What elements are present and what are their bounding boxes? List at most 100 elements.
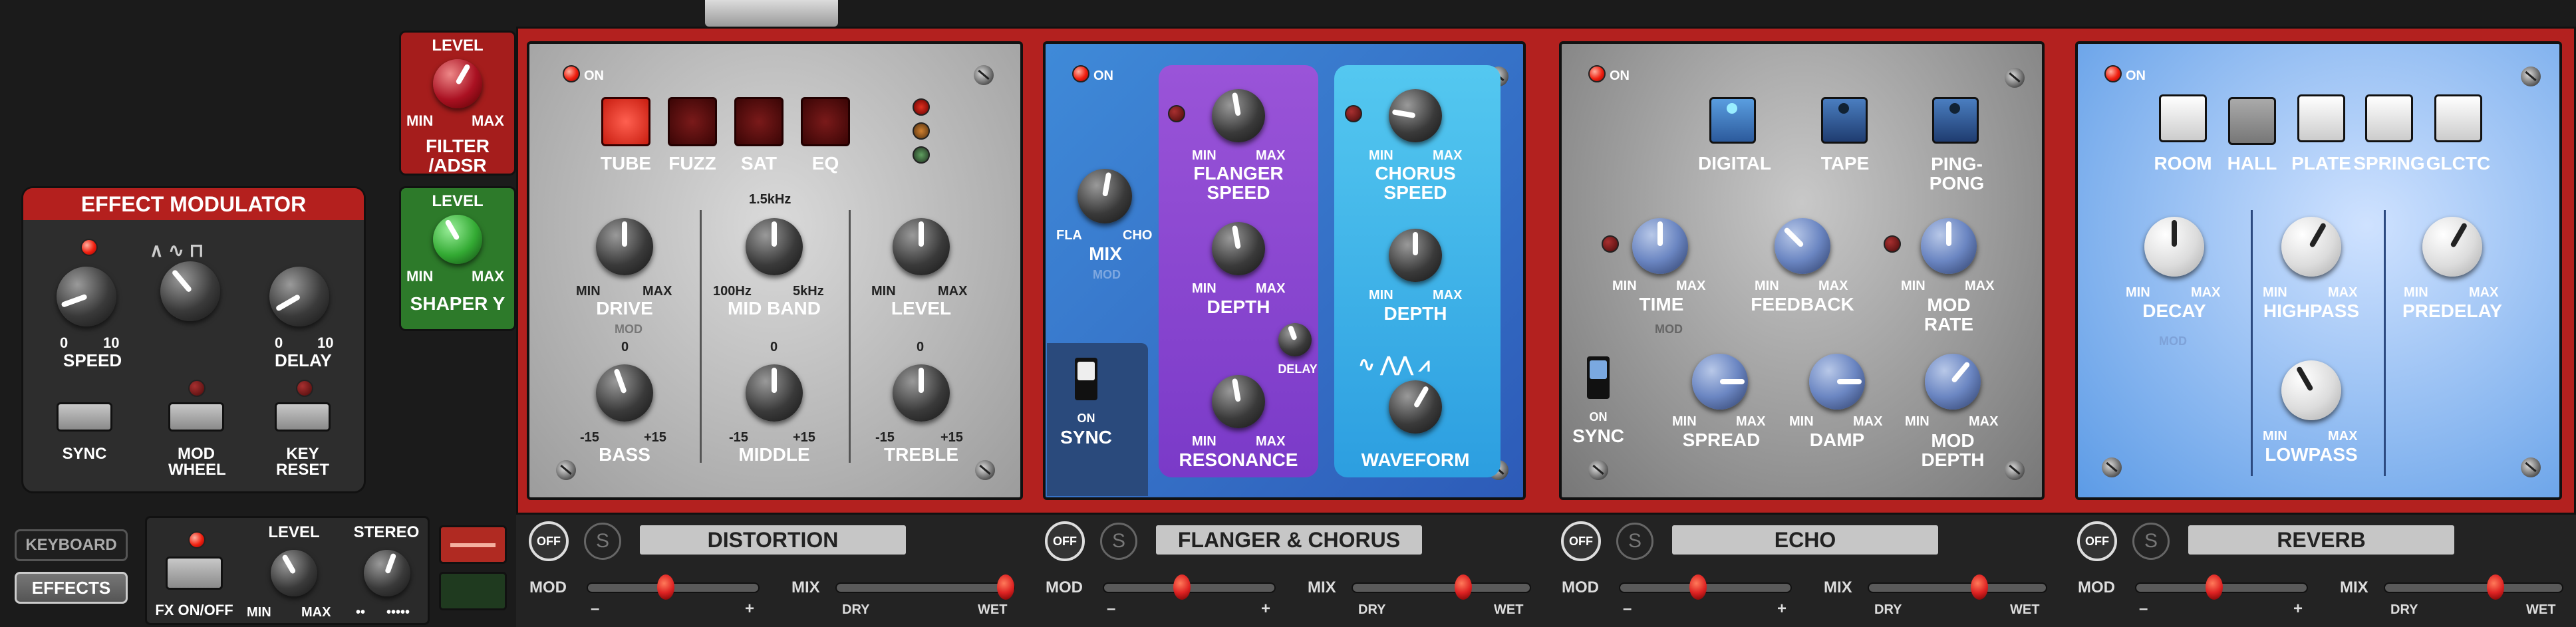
echo-mod-slider-handle[interactable] xyxy=(1689,574,1707,600)
flanger-delay-knob[interactable] xyxy=(1268,313,1322,367)
mid-band-knob[interactable] xyxy=(735,207,813,286)
flanger-mod-slider-handle[interactable] xyxy=(1173,574,1191,600)
plate-button[interactable] xyxy=(2297,94,2345,142)
stereo-knob[interactable] xyxy=(353,539,421,607)
predelay-knob[interactable] xyxy=(2412,206,2493,287)
treble-knob[interactable] xyxy=(882,354,960,432)
decay-min-label: MIN xyxy=(2126,285,2150,300)
drive-knob[interactable] xyxy=(585,207,664,286)
fuzz-button[interactable] xyxy=(668,97,717,146)
fx-on-off-button[interactable] xyxy=(166,557,223,590)
tape-button[interactable] xyxy=(1821,97,1868,144)
mod-wheel-button[interactable] xyxy=(168,402,224,432)
screw-icon xyxy=(2521,66,2541,86)
shaper-level-knob[interactable] xyxy=(422,204,493,275)
feedback-knob[interactable] xyxy=(1764,207,1841,285)
flanger-sync-switch[interactable] xyxy=(1075,358,1097,400)
echo-mix-slider-handle[interactable] xyxy=(1971,574,1988,600)
reverb-solo-button[interactable]: S xyxy=(2132,523,2170,560)
distortion-bypass-button[interactable]: OFF xyxy=(529,521,569,561)
room-button[interactable] xyxy=(2159,94,2207,142)
bass-knob[interactable] xyxy=(585,354,664,432)
delay-label: DELAY xyxy=(275,350,332,370)
decay-knob[interactable] xyxy=(2134,206,2215,287)
flanger-control-strip: OFF S FLANGER & CHORUS MOD – + MIX DRY W… xyxy=(1042,515,1544,627)
speed-knob[interactable] xyxy=(46,256,127,337)
hall-button[interactable] xyxy=(2228,97,2276,145)
red-color-swatch[interactable] xyxy=(439,525,507,564)
stereo-label: STEREO xyxy=(353,523,420,541)
mid-freq-label: 1.5kHz xyxy=(749,192,791,207)
waveform-knob[interactable] xyxy=(1378,370,1453,444)
filter-level-knob[interactable] xyxy=(422,49,493,119)
mod-rate-min-label: MIN xyxy=(1901,279,1926,293)
glctc-button[interactable] xyxy=(2434,94,2482,142)
distortion-mix-slider[interactable] xyxy=(835,582,1015,593)
echo-solo-button[interactable]: S xyxy=(1616,523,1653,560)
mix-wet-label: WET xyxy=(1494,602,1524,617)
chorus-speed-min-label: MIN xyxy=(1369,148,1393,163)
flanger-mix-slider[interactable] xyxy=(1352,582,1531,593)
sat-button[interactable] xyxy=(734,97,784,146)
reverb-mix-slider-handle[interactable] xyxy=(2487,574,2504,600)
waveform-selector-knob[interactable] xyxy=(150,251,231,332)
lowpass-knob[interactable] xyxy=(2271,350,2352,431)
mod-rate-knob[interactable] xyxy=(1910,207,1987,285)
damp-knob[interactable] xyxy=(1798,343,1876,420)
shaper-y-module: LEVEL MIN MAX SHAPER Y xyxy=(399,186,516,331)
flanger-solo-button[interactable]: S xyxy=(1100,523,1137,560)
stereo-right-label: ••••• xyxy=(386,605,410,620)
chorus-speed-knob[interactable] xyxy=(1378,78,1453,153)
fuzz-label: FUZZ xyxy=(668,153,716,174)
echo-name-display: ECHO xyxy=(1672,525,1938,555)
reverb-mod-slider-handle[interactable] xyxy=(2205,574,2223,600)
chorus-depth-min-label: MIN xyxy=(1369,288,1393,303)
effects-tab[interactable]: EFFECTS xyxy=(15,572,128,604)
sync-button[interactable] xyxy=(57,402,112,432)
tube-label: TUBE xyxy=(600,153,652,174)
distortion-solo-button[interactable]: S xyxy=(584,523,621,560)
middle-knob[interactable] xyxy=(735,354,813,432)
keyboard-tab[interactable]: KEYBOARD xyxy=(15,529,128,561)
reverb-mix-slider[interactable] xyxy=(2384,582,2563,593)
spring-button[interactable] xyxy=(2365,94,2413,142)
spread-knob[interactable] xyxy=(1681,343,1759,420)
flanger-mix-knob[interactable] xyxy=(1067,158,1143,234)
waveform-icons: ∧ ∿ ⊓ xyxy=(150,240,204,261)
flanger-depth-knob[interactable] xyxy=(1201,211,1276,286)
chorus-depth-knob[interactable] xyxy=(1378,218,1453,293)
mod-minus-label: – xyxy=(2139,600,2148,618)
speed-max-label: 10 xyxy=(103,334,120,351)
mod-label: MOD xyxy=(529,578,567,596)
distortion-mix-slider-handle[interactable] xyxy=(996,574,1014,600)
digital-button[interactable] xyxy=(1709,97,1756,144)
fx-level-knob[interactable] xyxy=(260,539,328,607)
echo-sync-switch[interactable] xyxy=(1587,356,1610,399)
echo-mix-slider[interactable] xyxy=(1868,582,2047,593)
ping-pong-button[interactable] xyxy=(1932,97,1979,144)
effect-modulator-title: EFFECT MODULATOR xyxy=(80,192,307,216)
green-color-swatch[interactable] xyxy=(439,572,507,610)
flanger-speed-knob[interactable] xyxy=(1201,78,1276,153)
distortion-level-knob[interactable] xyxy=(882,207,960,286)
key-reset-button[interactable] xyxy=(275,402,331,432)
tube-button[interactable] xyxy=(601,97,650,146)
distortion-on-label: ON xyxy=(584,68,604,83)
delay-knob[interactable] xyxy=(259,256,340,337)
eq-button[interactable] xyxy=(801,97,850,146)
highpass-knob[interactable] xyxy=(2271,206,2352,287)
echo-bypass-button[interactable]: OFF xyxy=(1561,521,1601,561)
resonance-knob[interactable] xyxy=(1201,364,1276,439)
room-label: ROOM xyxy=(2154,153,2212,174)
flanger-bypass-button[interactable]: OFF xyxy=(1045,521,1085,561)
distortion-mod-slider-handle[interactable] xyxy=(656,574,674,600)
time-min-label: MIN xyxy=(1612,279,1637,293)
echo-sync-on-label: ON xyxy=(1589,410,1608,424)
time-knob[interactable] xyxy=(1622,207,1699,285)
reverb-bypass-button[interactable]: OFF xyxy=(2077,521,2117,561)
damp-label: DAMP xyxy=(1809,430,1865,450)
flanger-sync-on-label: ON xyxy=(1077,412,1095,425)
sat-label: SAT xyxy=(741,153,777,174)
mod-depth-knob[interactable] xyxy=(1914,343,1991,420)
flanger-mix-slider-handle[interactable] xyxy=(1455,574,1472,600)
